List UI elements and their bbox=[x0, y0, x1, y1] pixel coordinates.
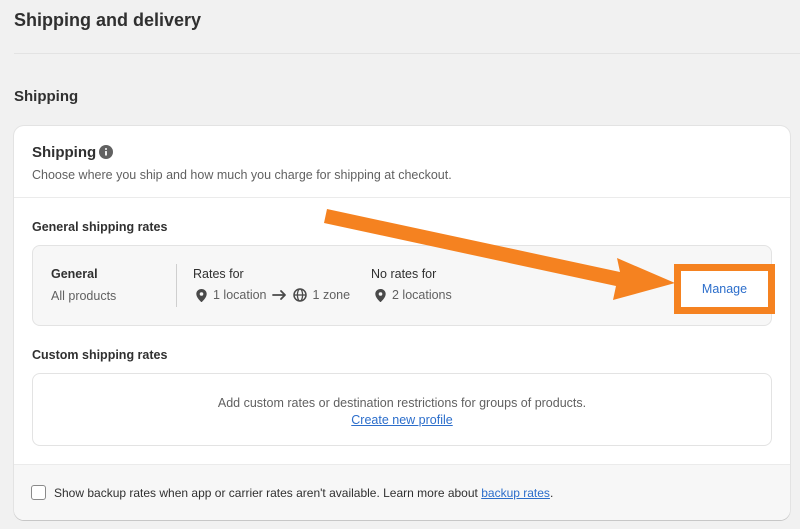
profile-name: General bbox=[51, 267, 98, 281]
rates-zones: 1 zone bbox=[312, 288, 351, 302]
backup-rates-label: Show backup rates when app or carrier ra… bbox=[54, 486, 478, 500]
vertical-divider bbox=[176, 264, 177, 307]
card-title: Shipping bbox=[32, 144, 97, 161]
backup-rates-text: Show backup rates when app or carrier ra… bbox=[54, 486, 553, 500]
manage-label: Manage bbox=[701, 282, 748, 296]
divider bbox=[14, 53, 800, 54]
card-subtitle: Choose where you ship and how much you c… bbox=[32, 168, 452, 182]
general-rates-heading: General shipping rates bbox=[32, 220, 168, 234]
no-rates-locations: 2 locations bbox=[392, 288, 452, 302]
card-header: Shipping Choose where you ship and how m… bbox=[14, 126, 790, 198]
create-profile-label: Create new profile bbox=[351, 413, 453, 427]
section-title: Shipping bbox=[14, 88, 79, 105]
custom-rates-description: Add custom rates or destination restrict… bbox=[217, 396, 587, 410]
custom-rates-empty-state: Add custom rates or destination restrict… bbox=[32, 373, 772, 446]
manage-button[interactable]: Manage bbox=[674, 264, 775, 314]
info-icon[interactable] bbox=[99, 145, 113, 159]
location-pin-icon bbox=[375, 288, 386, 302]
backup-rates-link[interactable]: backup rates bbox=[481, 486, 550, 500]
backup-rates-suffix: . bbox=[549, 486, 554, 500]
location-pin-icon bbox=[196, 288, 207, 302]
no-rates-label: No rates for bbox=[371, 267, 437, 281]
backup-rates-checkbox[interactable] bbox=[31, 485, 46, 500]
general-profile-row: General All products Rates for 1 locatio… bbox=[32, 245, 775, 326]
page-title: Shipping and delivery bbox=[14, 10, 202, 30]
arrow-right-icon bbox=[271, 290, 286, 300]
card-footer: Show backup rates when app or carrier ra… bbox=[14, 464, 790, 520]
profile-products: All products bbox=[51, 289, 117, 303]
no-rates-value: 2 locations bbox=[375, 288, 452, 302]
shipping-card: Shipping Choose where you ship and how m… bbox=[14, 126, 790, 520]
rates-for-label: Rates for bbox=[193, 267, 244, 281]
rates-locations: 1 location bbox=[213, 288, 267, 302]
custom-rates-heading: Custom shipping rates bbox=[32, 348, 168, 362]
globe-icon bbox=[292, 288, 307, 302]
create-profile-link[interactable]: Create new profile bbox=[33, 413, 771, 427]
rates-for-value: 1 location 1 zone bbox=[196, 288, 350, 302]
